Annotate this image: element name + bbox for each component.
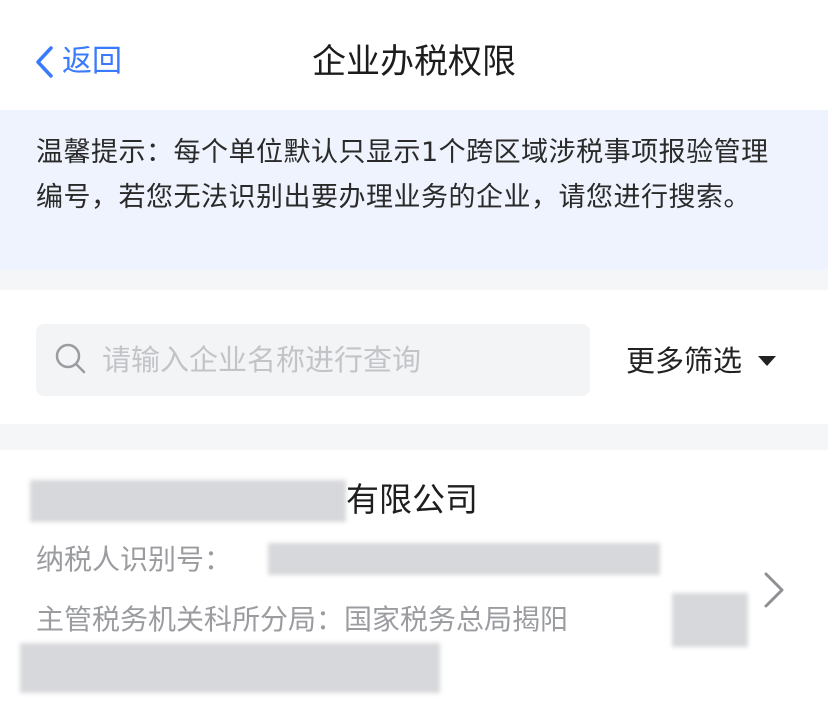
tax-authority-row: 主管税务机关科所分局：国家税务总局揭阳 [36,600,568,640]
search-row: 更多筛选 [0,298,828,424]
search-box[interactable] [36,324,590,396]
redacted-tax-authority-line2 [20,643,440,693]
search-icon [54,342,86,378]
tax-authority-value: 国家税务总局揭阳 [344,603,569,636]
search-input[interactable] [102,330,542,390]
page-title: 企业办税权限 [312,42,516,82]
redacted-taxpayer-id [268,543,660,575]
caret-down-icon [758,356,777,366]
more-filter-button[interactable]: 更多筛选 [626,334,777,384]
nav-bar: 返回 企业办税权限 [0,0,828,110]
section-divider [0,270,828,298]
notice-banner: 温馨提示：每个单位默认只显示1个跨区域涉税事项报验管理编号，若您无法识别出要办理… [0,110,828,270]
company-name: 有限公司 [346,480,478,519]
chevron-right-icon [762,570,786,614]
enterprise-card[interactable]: 有限公司 纳税人识别号： 主管税务机关科所分局：国家税务总局揭阳 [0,450,828,719]
taxpayer-id-row: 纳税人识别号： [36,540,232,580]
tax-authority-label: 主管税务机关科所分局： [36,603,345,636]
redacted-company-name [30,480,346,522]
filter-label: 更多筛选 [626,344,743,378]
taxpayer-id-label: 纳税人识别号： [36,543,233,576]
section-divider [0,424,828,450]
redacted-tax-authority [672,593,748,647]
notice-text: 温馨提示：每个单位默认只显示1个跨区域涉税事项报验管理编号，若您无法识别出要办理… [36,137,769,213]
